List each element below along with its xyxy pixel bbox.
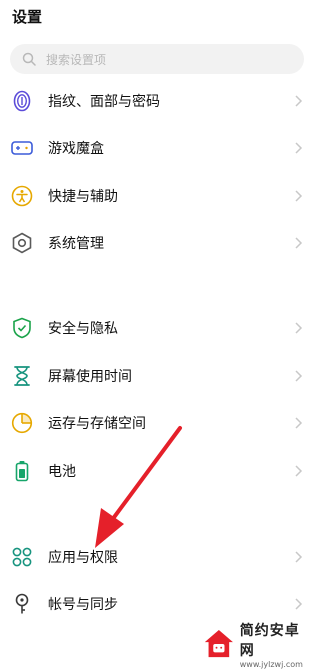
chevron-right-icon: [294, 597, 304, 611]
chevron-right-icon: [294, 236, 304, 250]
chevron-right-icon: [294, 416, 304, 430]
search-bar[interactable]: 搜索设置项: [10, 44, 304, 74]
settings-item-label: 游戏魔盒: [48, 141, 104, 157]
game-icon: [11, 137, 33, 159]
search-icon: [20, 50, 38, 68]
hourglass-icon: [11, 365, 33, 387]
settings-item-storage[interactable]: 运存与存储空间: [0, 400, 316, 446]
page-title: 设置: [12, 8, 43, 26]
storage-icon: [11, 412, 33, 434]
settings-item-label: 运存与存储空间: [48, 416, 146, 432]
chevron-right-icon: [294, 321, 304, 335]
watermark-title: 简约安卓网: [239, 622, 300, 659]
shield-icon: [11, 317, 33, 339]
chevron-right-icon: [294, 464, 304, 478]
apps-icon: [11, 546, 33, 568]
chevron-right-icon: [294, 369, 304, 383]
settings-item-fingerprint[interactable]: 指纹、面部与密码: [0, 78, 316, 124]
accessibility-icon: [11, 185, 33, 207]
settings-item-label: 应用与权限: [48, 550, 118, 566]
search-placeholder: 搜索设置项: [46, 52, 107, 67]
system-gear-icon: [11, 232, 33, 254]
settings-item-system[interactable]: 系统管理: [0, 220, 316, 266]
chevron-right-icon: [294, 94, 304, 108]
settings-item-label: 屏幕使用时间: [48, 369, 132, 385]
account-key-icon: [11, 593, 33, 615]
settings-item-label: 指纹、面部与密码: [48, 94, 160, 110]
chevron-right-icon: [294, 189, 304, 203]
settings-item-accessibility[interactable]: 快捷与辅助: [0, 173, 316, 219]
settings-item-apps[interactable]: 应用与权限: [0, 534, 316, 580]
chevron-right-icon: [294, 141, 304, 155]
settings-item-screen-time[interactable]: 屏幕使用时间: [0, 353, 316, 399]
watermark: 简约安卓网 www.jylzwj.com: [202, 622, 310, 669]
battery-icon: [11, 460, 33, 482]
settings-item-battery[interactable]: 电池: [0, 448, 316, 494]
watermark-logo-icon: [204, 629, 233, 658]
settings-item-label: 快捷与辅助: [48, 189, 118, 205]
watermark-url: www.jylzwj.com: [239, 659, 303, 669]
fingerprint-icon: [11, 90, 33, 112]
settings-item-label: 系统管理: [48, 236, 104, 252]
settings-item-security[interactable]: 安全与隐私: [0, 305, 316, 351]
chevron-right-icon: [294, 550, 304, 564]
settings-item-label: 安全与隐私: [48, 321, 118, 337]
settings-item-label: 帐号与同步: [48, 597, 118, 613]
settings-item-game[interactable]: 游戏魔盒: [0, 125, 316, 171]
settings-item-label: 电池: [48, 464, 76, 480]
